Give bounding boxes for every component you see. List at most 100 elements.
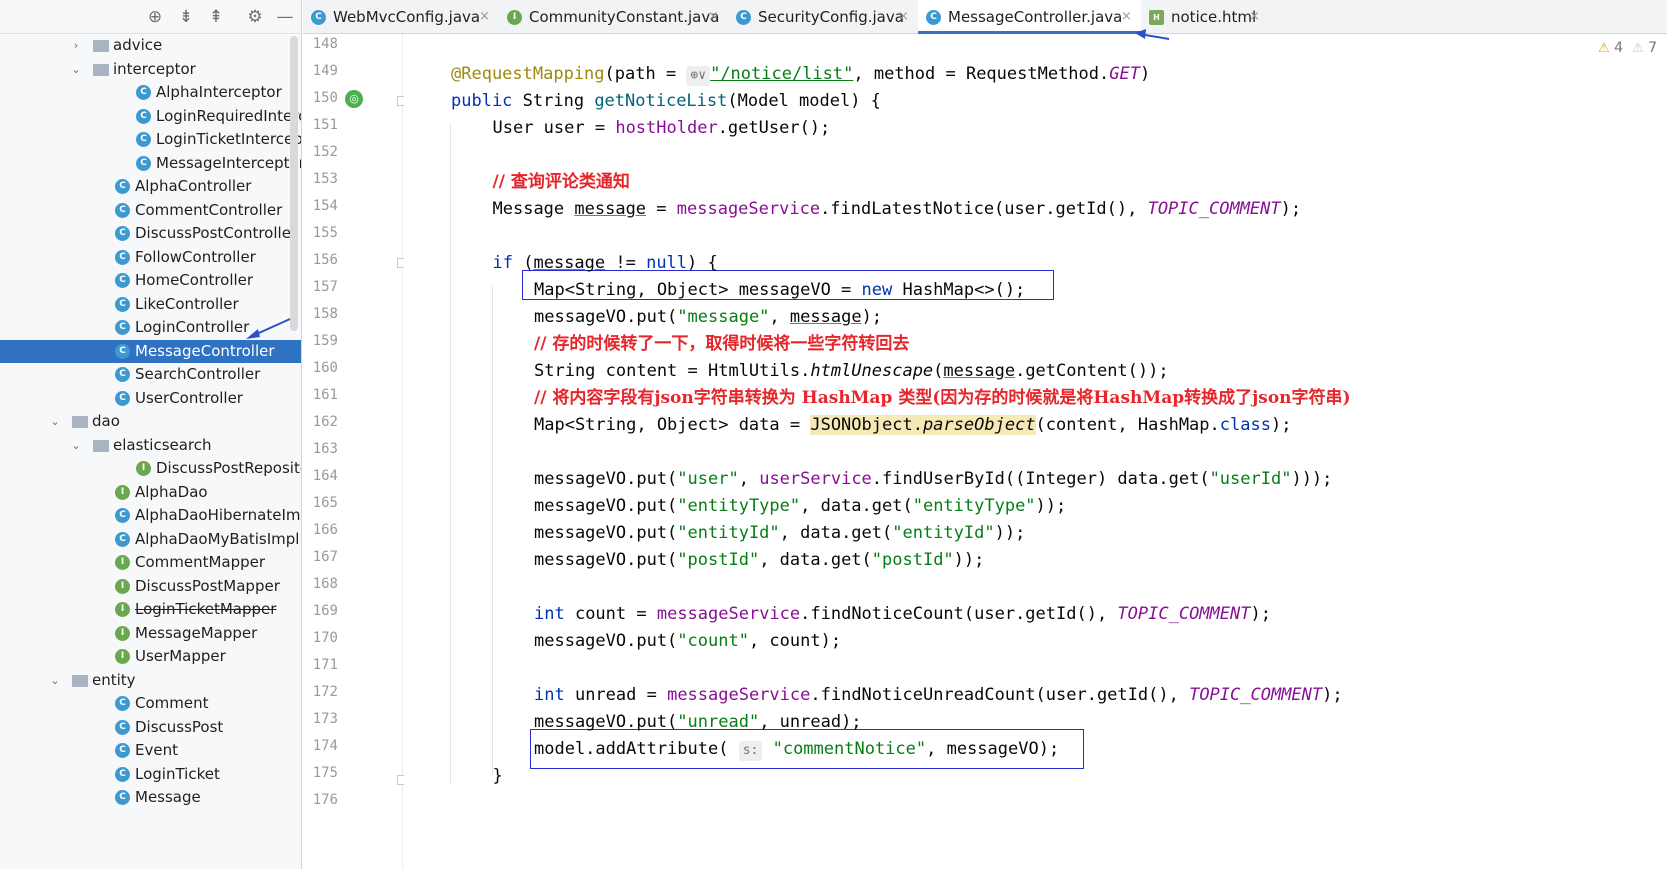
- class-file-icon: C: [926, 10, 941, 25]
- interface-icon: I: [115, 602, 130, 617]
- tree-item-label: Message: [135, 788, 201, 806]
- line-number: 150: [312, 90, 338, 106]
- editor-gutter: ◎ 148 149 150 151 152 153 154 155 156 157 158 159 16…: [303, 34, 407, 869]
- project-tree: › advice ⌄ interceptor C AlphaInterceptor C Log…: [0, 34, 302, 810]
- target-icon[interactable]: ⊕: [144, 6, 166, 28]
- class-icon: C: [115, 179, 130, 194]
- tab-communityconstant-java[interactable]: I CommunityConstant.java ×: [499, 0, 728, 34]
- tree-item-discusspostrepository[interactable]: I DiscussPostRepository: [0, 457, 301, 481]
- code-token: htmlUnescape: [810, 361, 934, 381]
- tree-item-elasticsearch[interactable]: ⌄ elasticsearch: [0, 434, 301, 458]
- line-number: 174: [312, 738, 338, 754]
- tree-item-discusspost[interactable]: C DiscussPost: [0, 716, 301, 740]
- tree-item-alphainterceptor[interactable]: C AlphaInterceptor: [0, 81, 301, 105]
- tree-item-label: UserMapper: [135, 647, 226, 665]
- line-number: 156: [312, 252, 338, 268]
- code-token: JSONObject.: [810, 415, 923, 435]
- code-token: "postId": [677, 550, 760, 570]
- tab-securityconfig-java[interactable]: C SecurityConfig.java ×: [728, 0, 918, 34]
- tree-item-usermapper[interactable]: I UserMapper: [0, 645, 301, 669]
- code-line: // 将内容字段有json字符串转换为 HashMap 类型(因为存的时候就是将…: [534, 385, 1351, 412]
- expand-all-icon[interactable]: ⇟: [175, 6, 197, 28]
- project-toolbar: ⊕ ⇟ ⇞ ⚙ —: [0, 0, 301, 34]
- line-number: 151: [312, 117, 338, 133]
- tree-item-loginticketinterceptor[interactable]: C LoginTicketInterceptor: [0, 128, 301, 152]
- chevron-down-icon[interactable]: ⌄: [48, 669, 62, 693]
- tree-item-alphadaomybatisimpl[interactable]: C AlphaDaoMyBatisImpl: [0, 528, 301, 552]
- code-editor[interactable]: ⚠ 4 ⚠ 7 @RequestMapping(path = ⊕∨ "/notic…: [404, 34, 1667, 869]
- pointer-arrow: [246, 318, 291, 339]
- tree-item-entity[interactable]: ⌄ entity: [0, 669, 301, 693]
- tree-item-loginticketmapper[interactable]: I LoginTicketMapper: [0, 598, 301, 622]
- tree-item-commentmapper[interactable]: I CommentMapper: [0, 551, 301, 575]
- tree-item-followcontroller[interactable]: C FollowController: [0, 246, 301, 270]
- tab-messagecontroller-java[interactable]: C MessageController.java ×: [918, 0, 1141, 34]
- tree-item-commentcontroller[interactable]: C CommentController: [0, 199, 301, 223]
- code-token: int: [534, 685, 575, 705]
- tree-item-alphacontroller[interactable]: C AlphaController: [0, 175, 301, 199]
- inspection-widget[interactable]: ⚠ 4 ⚠ 7: [1598, 40, 1657, 56]
- code-token: .findLatestNotice(user.getId(),: [820, 199, 1148, 219]
- tree-item-label: DiscussPost: [135, 717, 224, 736]
- code-token: );: [1250, 604, 1271, 624]
- tree-item-message[interactable]: C Message: [0, 786, 301, 810]
- minimize-icon[interactable]: —: [274, 6, 296, 28]
- interface-icon: I: [115, 484, 130, 500]
- line-number: 167: [312, 549, 338, 565]
- tree-item-discusspostcontroller[interactable]: C DiscussPostController: [0, 222, 301, 246]
- tree-item-likecontroller[interactable]: C LikeController: [0, 293, 301, 317]
- tree-item-interceptor[interactable]: ⌄ interceptor: [0, 58, 301, 82]
- code-token: TOPIC_COMMENT: [1189, 685, 1323, 705]
- code-token: ,: [769, 307, 790, 327]
- tree-item-homecontroller[interactable]: C HomeController: [0, 269, 301, 293]
- tree-item-label: DiscussPostController: [135, 224, 298, 242]
- gear-icon[interactable]: ⚙: [244, 6, 266, 28]
- line-number: 175: [312, 765, 338, 781]
- code-token: User user =: [492, 118, 616, 138]
- close-icon[interactable]: ×: [479, 0, 490, 34]
- tree-item-usercontroller[interactable]: C UserController: [0, 387, 301, 411]
- tree-item-searchcontroller[interactable]: C SearchController: [0, 363, 301, 387]
- tab-webmvcconfig-java[interactable]: C WebMvcConfig.java ×: [303, 0, 499, 34]
- tree-item-discusspostmapper[interactable]: I DiscussPostMapper: [0, 575, 301, 599]
- tree-item-loginrequiredintercept[interactable]: C LoginRequiredIntercept: [0, 105, 301, 129]
- class-icon: C: [115, 320, 130, 335]
- code-token: .findNoticeUnreadCount(user.getId(),: [810, 685, 1190, 705]
- code-token: @RequestMapping: [451, 64, 605, 84]
- collapse-all-icon[interactable]: ⇞: [205, 6, 227, 28]
- chevron-right-icon[interactable]: ›: [69, 34, 83, 58]
- code-token: "message": [677, 307, 770, 327]
- tree-item-alphadaohibernateimpl[interactable]: C AlphaDaoHibernateImpl: [0, 504, 301, 528]
- code-token: .getUser();: [717, 118, 831, 138]
- tree-scrollbar[interactable]: [290, 36, 298, 331]
- close-icon[interactable]: ×: [1121, 0, 1132, 34]
- tree-item-label: MessageInterceptor: [156, 153, 302, 172]
- tree-item-messagecontroller[interactable]: C MessageController: [0, 339, 301, 363]
- tree-item-comment[interactable]: C Comment: [0, 692, 301, 716]
- code-token: if: [492, 253, 524, 273]
- tree-item-messagemapper[interactable]: I MessageMapper: [0, 622, 301, 646]
- code-token: count =: [574, 604, 657, 624]
- tree-item-alphadao[interactable]: I AlphaDao: [0, 481, 301, 505]
- chevron-down-icon[interactable]: ⌄: [48, 410, 62, 434]
- chevron-down-icon[interactable]: ⌄: [69, 58, 83, 82]
- close-icon[interactable]: ×: [898, 0, 909, 34]
- tree-item-loginticket[interactable]: C LoginTicket: [0, 763, 301, 787]
- tree-item-messageinterceptor[interactable]: C MessageInterceptor: [0, 152, 302, 176]
- chevron-down-icon[interactable]: ⌄: [69, 434, 83, 458]
- code-token: , count);: [748, 631, 842, 651]
- close-icon[interactable]: ×: [1249, 0, 1260, 34]
- code-token: "entityType": [912, 496, 1036, 516]
- code-token: messageVO.put(: [534, 307, 678, 327]
- tree-item-label: MessageMapper: [135, 623, 258, 642]
- close-icon[interactable]: ×: [708, 0, 719, 34]
- code-token: "unread": [677, 712, 760, 732]
- tree-item-advice[interactable]: › advice: [0, 34, 301, 58]
- tree-item-event[interactable]: C Event: [0, 739, 301, 763]
- run-bean-icon[interactable]: ◎: [345, 90, 363, 108]
- parameter-hint: ⊕∨: [686, 66, 711, 86]
- class-icon: C: [115, 719, 130, 735]
- line-number: 165: [312, 495, 338, 511]
- tree-item-dao[interactable]: ⌄ dao: [0, 410, 301, 434]
- code-line: Map<String, Object> messageVO = new Hash…: [534, 277, 1025, 304]
